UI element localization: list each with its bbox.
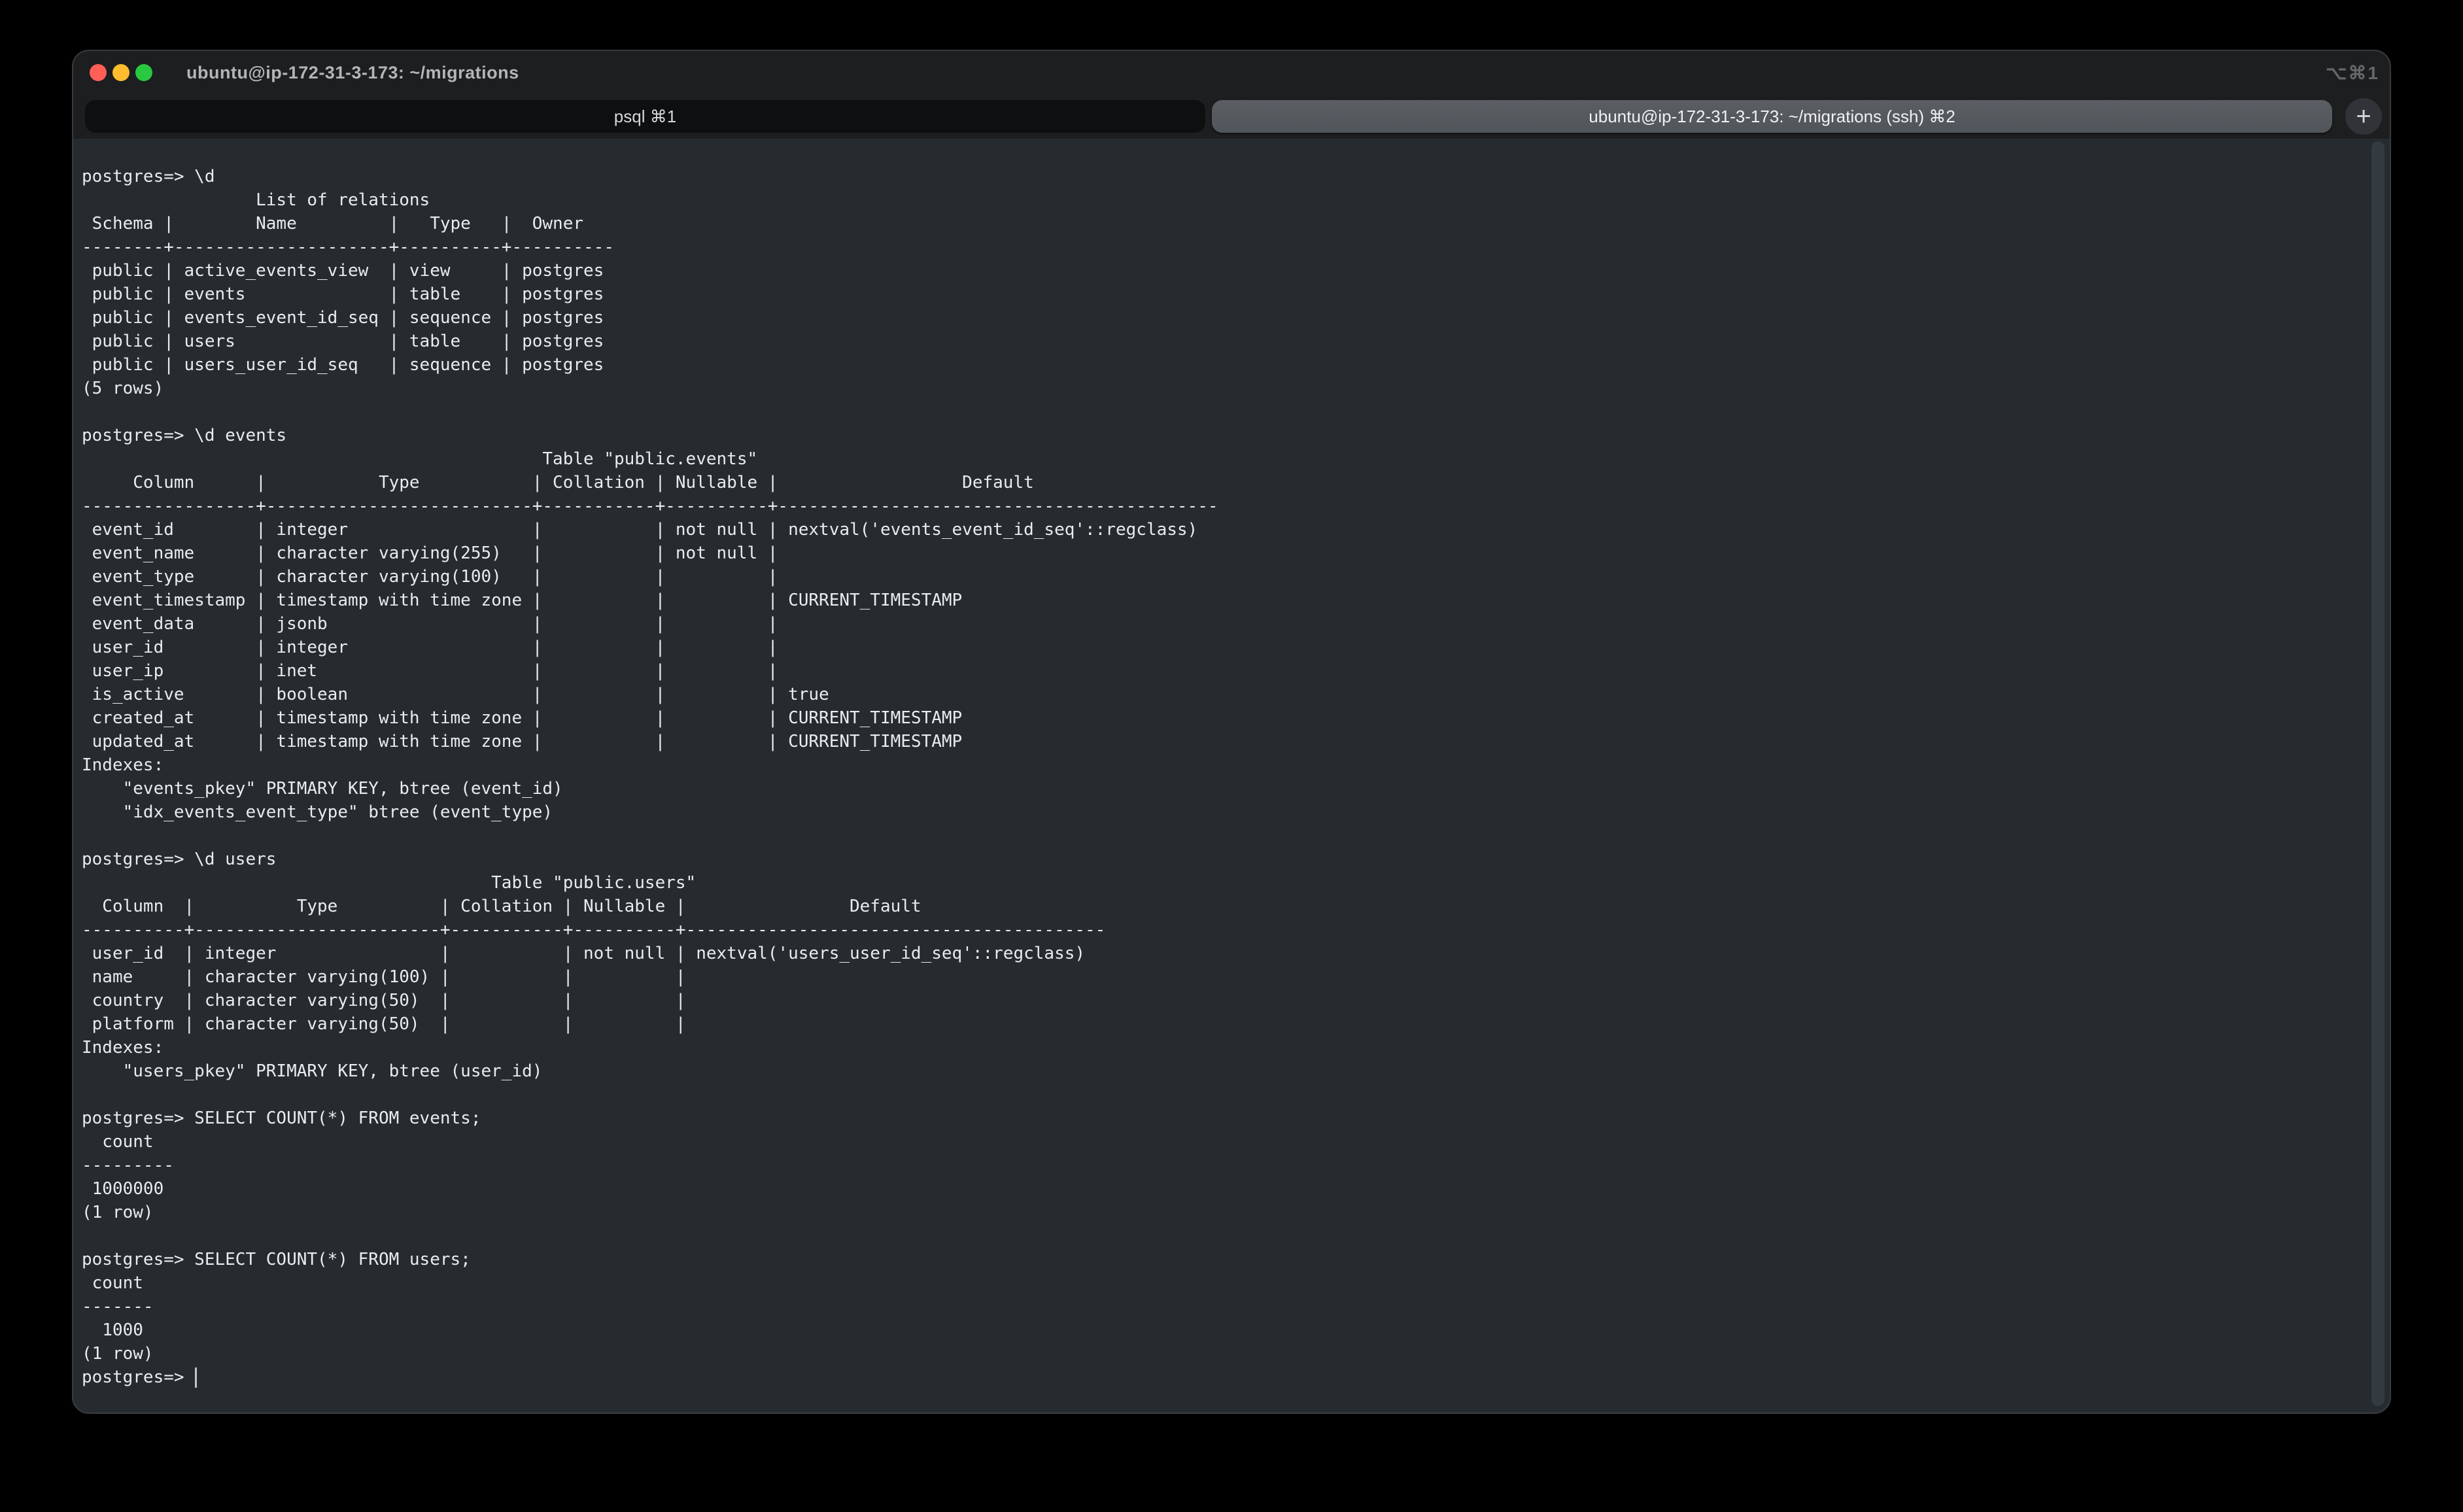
tab-psql-label: psql ⌘1 <box>614 107 676 127</box>
terminal-window: ubuntu@ip-172-31-3-173: ~/migrations ⌥⌘1… <box>72 50 2391 1414</box>
tab-bar: psql ⌘1 ubuntu@ip-172-31-3-173: ~/migrat… <box>73 94 2390 139</box>
window-shortcut-hint: ⌥⌘1 <box>2326 62 2390 84</box>
tab-psql[interactable]: psql ⌘1 <box>85 100 1205 133</box>
window-controls <box>90 64 152 81</box>
tab-ssh-migrations-label: ubuntu@ip-172-31-3-173: ~/migrations (ss… <box>1589 107 1955 127</box>
window-titlebar: ubuntu@ip-172-31-3-173: ~/migrations ⌥⌘1 <box>73 51 2390 94</box>
terminal-prompt-line: postgres=> <box>82 1366 2370 1389</box>
tab-ssh-migrations[interactable]: ubuntu@ip-172-31-3-173: ~/migrations (ss… <box>1212 100 2332 133</box>
window-title: ubuntu@ip-172-31-3-173: ~/migrations <box>186 63 519 83</box>
zoom-window-button[interactable] <box>135 64 152 81</box>
terminal-output: postgres=> \d List of relations Schema |… <box>82 165 2370 1366</box>
new-tab-button[interactable]: + <box>2345 98 2382 135</box>
terminal-prompt: postgres=> <box>82 1366 194 1389</box>
scrollbar-thumb[interactable] <box>2371 141 2385 1406</box>
terminal-cursor <box>195 1367 197 1388</box>
close-window-button[interactable] <box>90 64 107 81</box>
terminal-content[interactable]: postgres=> \d List of relations Schema |… <box>73 139 2390 1413</box>
minimize-window-button[interactable] <box>112 64 129 81</box>
